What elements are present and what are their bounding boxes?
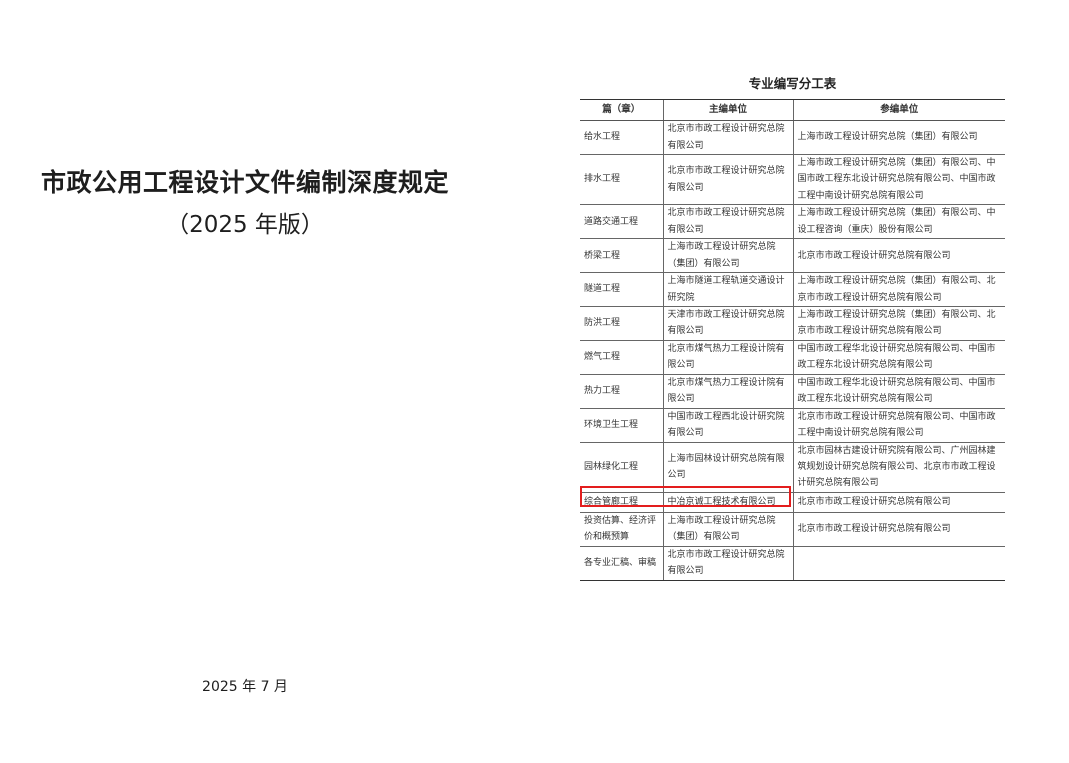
chief-unit-cell: 上海市政工程设计研究总院（集团）有限公司 xyxy=(662,512,793,547)
header-chief-unit: 主编单位 xyxy=(662,99,793,121)
participating-units-cell: 中国市政工程华北设计研究总院有限公司、中国市政工程东北设计研究总院有限公司 xyxy=(792,374,1005,409)
table-header-row: 篇（章） 主编单位 参编单位 xyxy=(580,99,1005,121)
chief-unit-cell: 北京市市政工程设计研究总院有限公司 xyxy=(662,546,793,581)
chapter-cell: 燃气工程 xyxy=(580,340,663,375)
chapter-cell: 隧道工程 xyxy=(580,272,663,308)
table-row: 热力工程 北京市煤气热力工程设计院有限公司 中国市政工程华北设计研究总院有限公司… xyxy=(580,374,1005,409)
table-row: 道路交通工程 北京市市政工程设计研究总院有限公司 上海市政工程设计研究总院（集团… xyxy=(580,204,1005,240)
chapter-cell: 排水工程 xyxy=(580,154,663,206)
participating-units-cell xyxy=(792,546,1005,581)
chapter-cell: 道路交通工程 xyxy=(580,204,663,240)
chief-unit-cell: 上海市隧道工程轨道交通设计研究院 xyxy=(662,272,793,308)
header-participating-units: 参编单位 xyxy=(792,99,1005,121)
chief-unit-cell: 北京市市政工程设计研究总院有限公司 xyxy=(662,120,793,155)
participating-units-cell: 上海市政工程设计研究总院（集团）有限公司、中设工程咨询（重庆）股份有限公司 xyxy=(792,204,1005,240)
chief-unit-cell: 中国市政工程西北设计研究院有限公司 xyxy=(662,408,793,443)
participating-units-cell: 北京市市政工程设计研究总院有限公司、中国市政工程中南设计研究总院有限公司 xyxy=(792,408,1005,443)
chapter-cell: 防洪工程 xyxy=(580,306,663,341)
table-row: 隧道工程 上海市隧道工程轨道交通设计研究院 上海市政工程设计研究总院（集团）有限… xyxy=(580,272,1005,308)
document-edition: （2025 年版） xyxy=(166,212,324,238)
chapter-cell: 给水工程 xyxy=(580,120,663,155)
table-row: 桥梁工程 上海市政工程设计研究总院（集团）有限公司 北京市市政工程设计研究总院有… xyxy=(580,238,1005,274)
chief-unit-cell: 上海市政工程设计研究总院（集团）有限公司 xyxy=(662,238,793,274)
participating-units-cell: 上海市政工程设计研究总院（集团）有限公司 xyxy=(792,120,1005,155)
participating-units-cell: 北京市市政工程设计研究总院有限公司 xyxy=(792,238,1005,274)
participating-units-cell: 北京市市政工程设计研究总院有限公司 xyxy=(792,512,1005,547)
header-chapter: 篇（章） xyxy=(580,99,663,121)
table-row: 防洪工程 天津市市政工程设计研究总院有限公司 上海市政工程设计研究总院（集团）有… xyxy=(580,306,1005,341)
chief-unit-cell: 中冶京诚工程技术有限公司 xyxy=(662,492,793,513)
chief-unit-cell: 北京市市政工程设计研究总院有限公司 xyxy=(662,204,793,240)
participating-units-cell: 北京市市政工程设计研究总院有限公司 xyxy=(792,492,1005,513)
table-row: 投资估算、经济评价和概预算 上海市政工程设计研究总院（集团）有限公司 北京市市政… xyxy=(580,512,1005,547)
chapter-cell: 投资估算、经济评价和概预算 xyxy=(580,512,663,547)
participating-units-cell: 上海市政工程设计研究总院（集团）有限公司、中国市政工程东北设计研究总院有限公司、… xyxy=(792,154,1005,206)
publication-date: 2025 年 7 月 xyxy=(202,679,288,695)
table-row-highlighted: 综合管廊工程 中冶京诚工程技术有限公司 北京市市政工程设计研究总院有限公司 xyxy=(580,492,1005,513)
document-title: 市政公用工程设计文件编制深度规定 xyxy=(40,168,449,197)
participating-units-cell: 上海市政工程设计研究总院（集团）有限公司、北京市市政工程设计研究总院有限公司 xyxy=(792,306,1005,341)
chapter-cell: 园林绿化工程 xyxy=(580,442,663,493)
table-title: 专业编写分工表 xyxy=(748,76,837,91)
table-row: 给水工程 北京市市政工程设计研究总院有限公司 上海市政工程设计研究总院（集团）有… xyxy=(580,120,1005,155)
chapter-cell: 综合管廊工程 xyxy=(580,492,663,513)
participating-units-cell: 北京市园林古建设计研究院有限公司、广州园林建筑规划设计研究总院有限公司、北京市市… xyxy=(792,442,1005,493)
table-row: 园林绿化工程 上海市园林设计研究总院有限公司 北京市园林古建设计研究院有限公司、… xyxy=(580,442,1005,493)
table-row: 排水工程 北京市市政工程设计研究总院有限公司 上海市政工程设计研究总院（集团）有… xyxy=(580,154,1005,206)
chief-unit-cell: 天津市市政工程设计研究总院有限公司 xyxy=(662,306,793,341)
table-row: 环境卫生工程 中国市政工程西北设计研究院有限公司 北京市市政工程设计研究总院有限… xyxy=(580,408,1005,443)
chief-unit-cell: 北京市市政工程设计研究总院有限公司 xyxy=(662,154,793,206)
chief-unit-cell: 北京市煤气热力工程设计院有限公司 xyxy=(662,374,793,409)
participating-units-cell: 中国市政工程华北设计研究总院有限公司、中国市政工程东北设计研究总院有限公司 xyxy=(792,340,1005,375)
table-row: 各专业汇稿、审稿 北京市市政工程设计研究总院有限公司 xyxy=(580,546,1005,581)
chapter-cell: 各专业汇稿、审稿 xyxy=(580,546,663,581)
chapter-cell: 桥梁工程 xyxy=(580,238,663,274)
chief-unit-cell: 上海市园林设计研究总院有限公司 xyxy=(662,442,793,493)
table-row: 燃气工程 北京市煤气热力工程设计院有限公司 中国市政工程华北设计研究总院有限公司… xyxy=(580,340,1005,375)
allocation-table: 篇（章） 主编单位 参编单位 给水工程 北京市市政工程设计研究总院有限公司 上海… xyxy=(580,99,1005,581)
chief-unit-cell: 北京市煤气热力工程设计院有限公司 xyxy=(662,340,793,375)
participating-units-cell: 上海市政工程设计研究总院（集团）有限公司、北京市市政工程设计研究总院有限公司 xyxy=(792,272,1005,308)
chapter-cell: 环境卫生工程 xyxy=(580,408,663,443)
chapter-cell: 热力工程 xyxy=(580,374,663,409)
